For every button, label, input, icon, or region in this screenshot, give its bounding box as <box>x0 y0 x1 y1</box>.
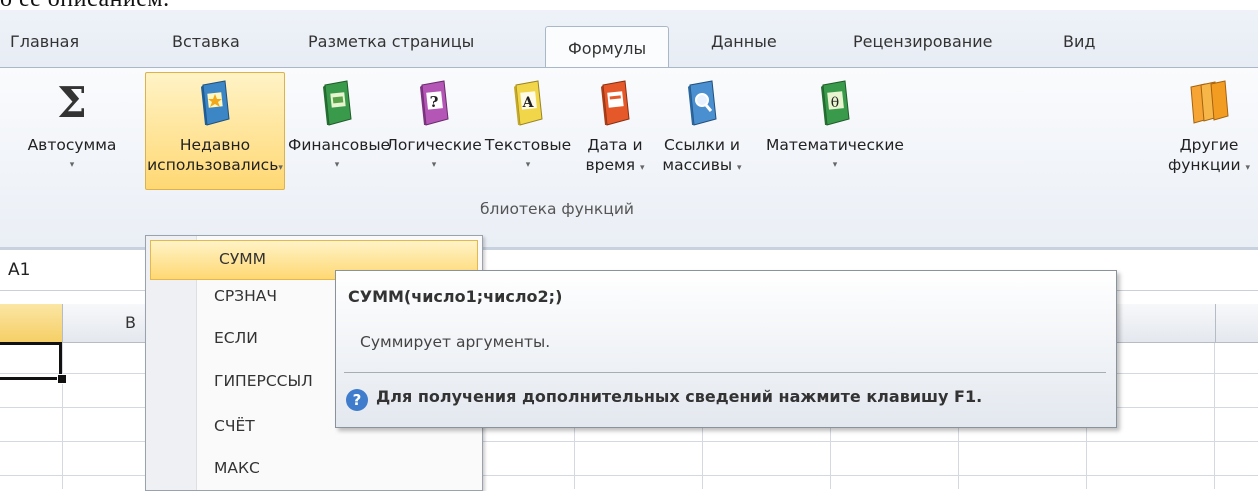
selected-cell[interactable] <box>0 342 62 380</box>
logical-label: Логические <box>386 136 482 154</box>
chevron-down-icon: ▾ <box>69 160 75 170</box>
svg-text:θ: θ <box>831 95 839 111</box>
column-header-b[interactable]: B <box>62 304 147 342</box>
autosum-label: Автосумма <box>27 136 117 154</box>
more-functions-button[interactable]: Другие функции ▾ <box>1160 73 1258 213</box>
lookup-book-icon <box>688 80 717 126</box>
fill-handle[interactable] <box>57 374 67 384</box>
chevron-down-icon: ▾ <box>431 160 437 170</box>
more-books-icon <box>1190 80 1229 124</box>
tab-data[interactable]: Данные <box>711 32 777 51</box>
math-label: Математические <box>766 136 904 154</box>
logical-button[interactable]: ? Логические ▾ <box>386 73 482 213</box>
menu-item-label: ЕСЛИ <box>214 329 258 347</box>
menu-item-label: СЧЁТ <box>214 417 255 435</box>
ribbon-area: Главная Вставка Разметка страницы Формул… <box>0 10 1258 258</box>
financial-label: Финансовые <box>288 136 391 154</box>
menu-item-label: ГИПЕРССЫЛ <box>214 372 313 390</box>
logic-book-icon: ? <box>420 80 449 126</box>
lookup-button[interactable]: Ссылки и массивы ▾ <box>656 73 748 213</box>
recently-used-label-2: использовались <box>147 156 279 174</box>
autosum-button[interactable]: Σ Автосумма ▾ <box>2 73 142 213</box>
recent-book-icon <box>201 80 230 126</box>
chevron-down-icon: ▾ <box>737 163 742 173</box>
help-icon: ? <box>346 389 368 411</box>
chevron-down-icon: ▾ <box>278 163 283 173</box>
menu-item-label: СУММ <box>219 250 267 268</box>
tab-view[interactable]: Вид <box>1063 32 1095 51</box>
tab-review[interactable]: Рецензирование <box>853 32 992 51</box>
tooltip-help-text: Для получения дополнительных сведений на… <box>376 387 983 406</box>
function-library-group-label: блиотека функций <box>480 200 634 218</box>
date-time-button[interactable]: Дата и время ▾ <box>576 73 654 213</box>
date-time-label-1: Дата и <box>587 136 643 154</box>
function-tooltip: СУММ(число1;число2;) Суммирует аргументы… <box>335 270 1117 428</box>
column-header-a[interactable] <box>0 304 63 342</box>
chevron-down-icon: ▾ <box>334 160 340 170</box>
svg-text:?: ? <box>430 93 439 111</box>
chevron-down-icon: ▾ <box>639 163 645 173</box>
recently-used-button[interactable]: Недавно использовались▾ <box>145 72 285 190</box>
text-book-icon: A <box>514 80 543 126</box>
menu-item-max[interactable]: МАКС <box>146 450 482 490</box>
financial-button[interactable]: Финансовые ▾ <box>288 73 391 213</box>
math-book-icon: θ <box>821 80 850 126</box>
chevron-down-icon: ▾ <box>1245 163 1251 173</box>
more-functions-label-2: функции <box>1167 156 1241 174</box>
text-button[interactable]: A Текстовые ▾ <box>482 73 574 213</box>
svg-text:A: A <box>522 95 535 111</box>
sigma-icon: Σ <box>57 79 87 127</box>
ribbon-tabs: Главная Вставка Разметка страницы Формул… <box>0 22 1258 68</box>
tab-page-layout[interactable]: Разметка страницы <box>308 32 474 51</box>
tooltip-description: Суммирует аргументы. <box>360 333 551 351</box>
tab-formulas[interactable]: Формулы <box>545 26 670 68</box>
text-label: Текстовые <box>484 136 572 154</box>
date-time-label-2: время <box>585 156 636 174</box>
name-box-value: A1 <box>8 260 31 280</box>
ribbon-panel: Σ Автосумма ▾ Недавно использовались▾ Фи… <box>0 67 1258 258</box>
tab-insert[interactable]: Вставка <box>172 32 240 51</box>
tooltip-divider <box>344 372 1106 373</box>
svg-text:Σ: Σ <box>57 79 87 127</box>
recently-used-label-1: Недавно <box>179 136 251 154</box>
chevron-down-icon: ▾ <box>832 160 838 170</box>
lookup-label-2: массивы <box>662 156 733 174</box>
chevron-down-icon: ▾ <box>525 160 531 170</box>
math-button[interactable]: θ Математические ▾ <box>750 73 920 213</box>
more-functions-label-1: Другие <box>1179 136 1239 154</box>
date-book-icon <box>601 80 630 126</box>
menu-item-label: СРЗНАЧ <box>214 287 277 305</box>
lookup-label-1: Ссылки и <box>664 136 740 154</box>
tab-home[interactable]: Главная <box>10 32 79 51</box>
menu-item-label: МАКС <box>214 459 260 477</box>
tooltip-title: СУММ(число1;число2;) <box>348 287 563 306</box>
finance-book-icon <box>323 80 352 126</box>
tooltip-help: ? Для получения дополнительных сведений н… <box>346 387 982 411</box>
column-b-label: B <box>125 313 136 332</box>
